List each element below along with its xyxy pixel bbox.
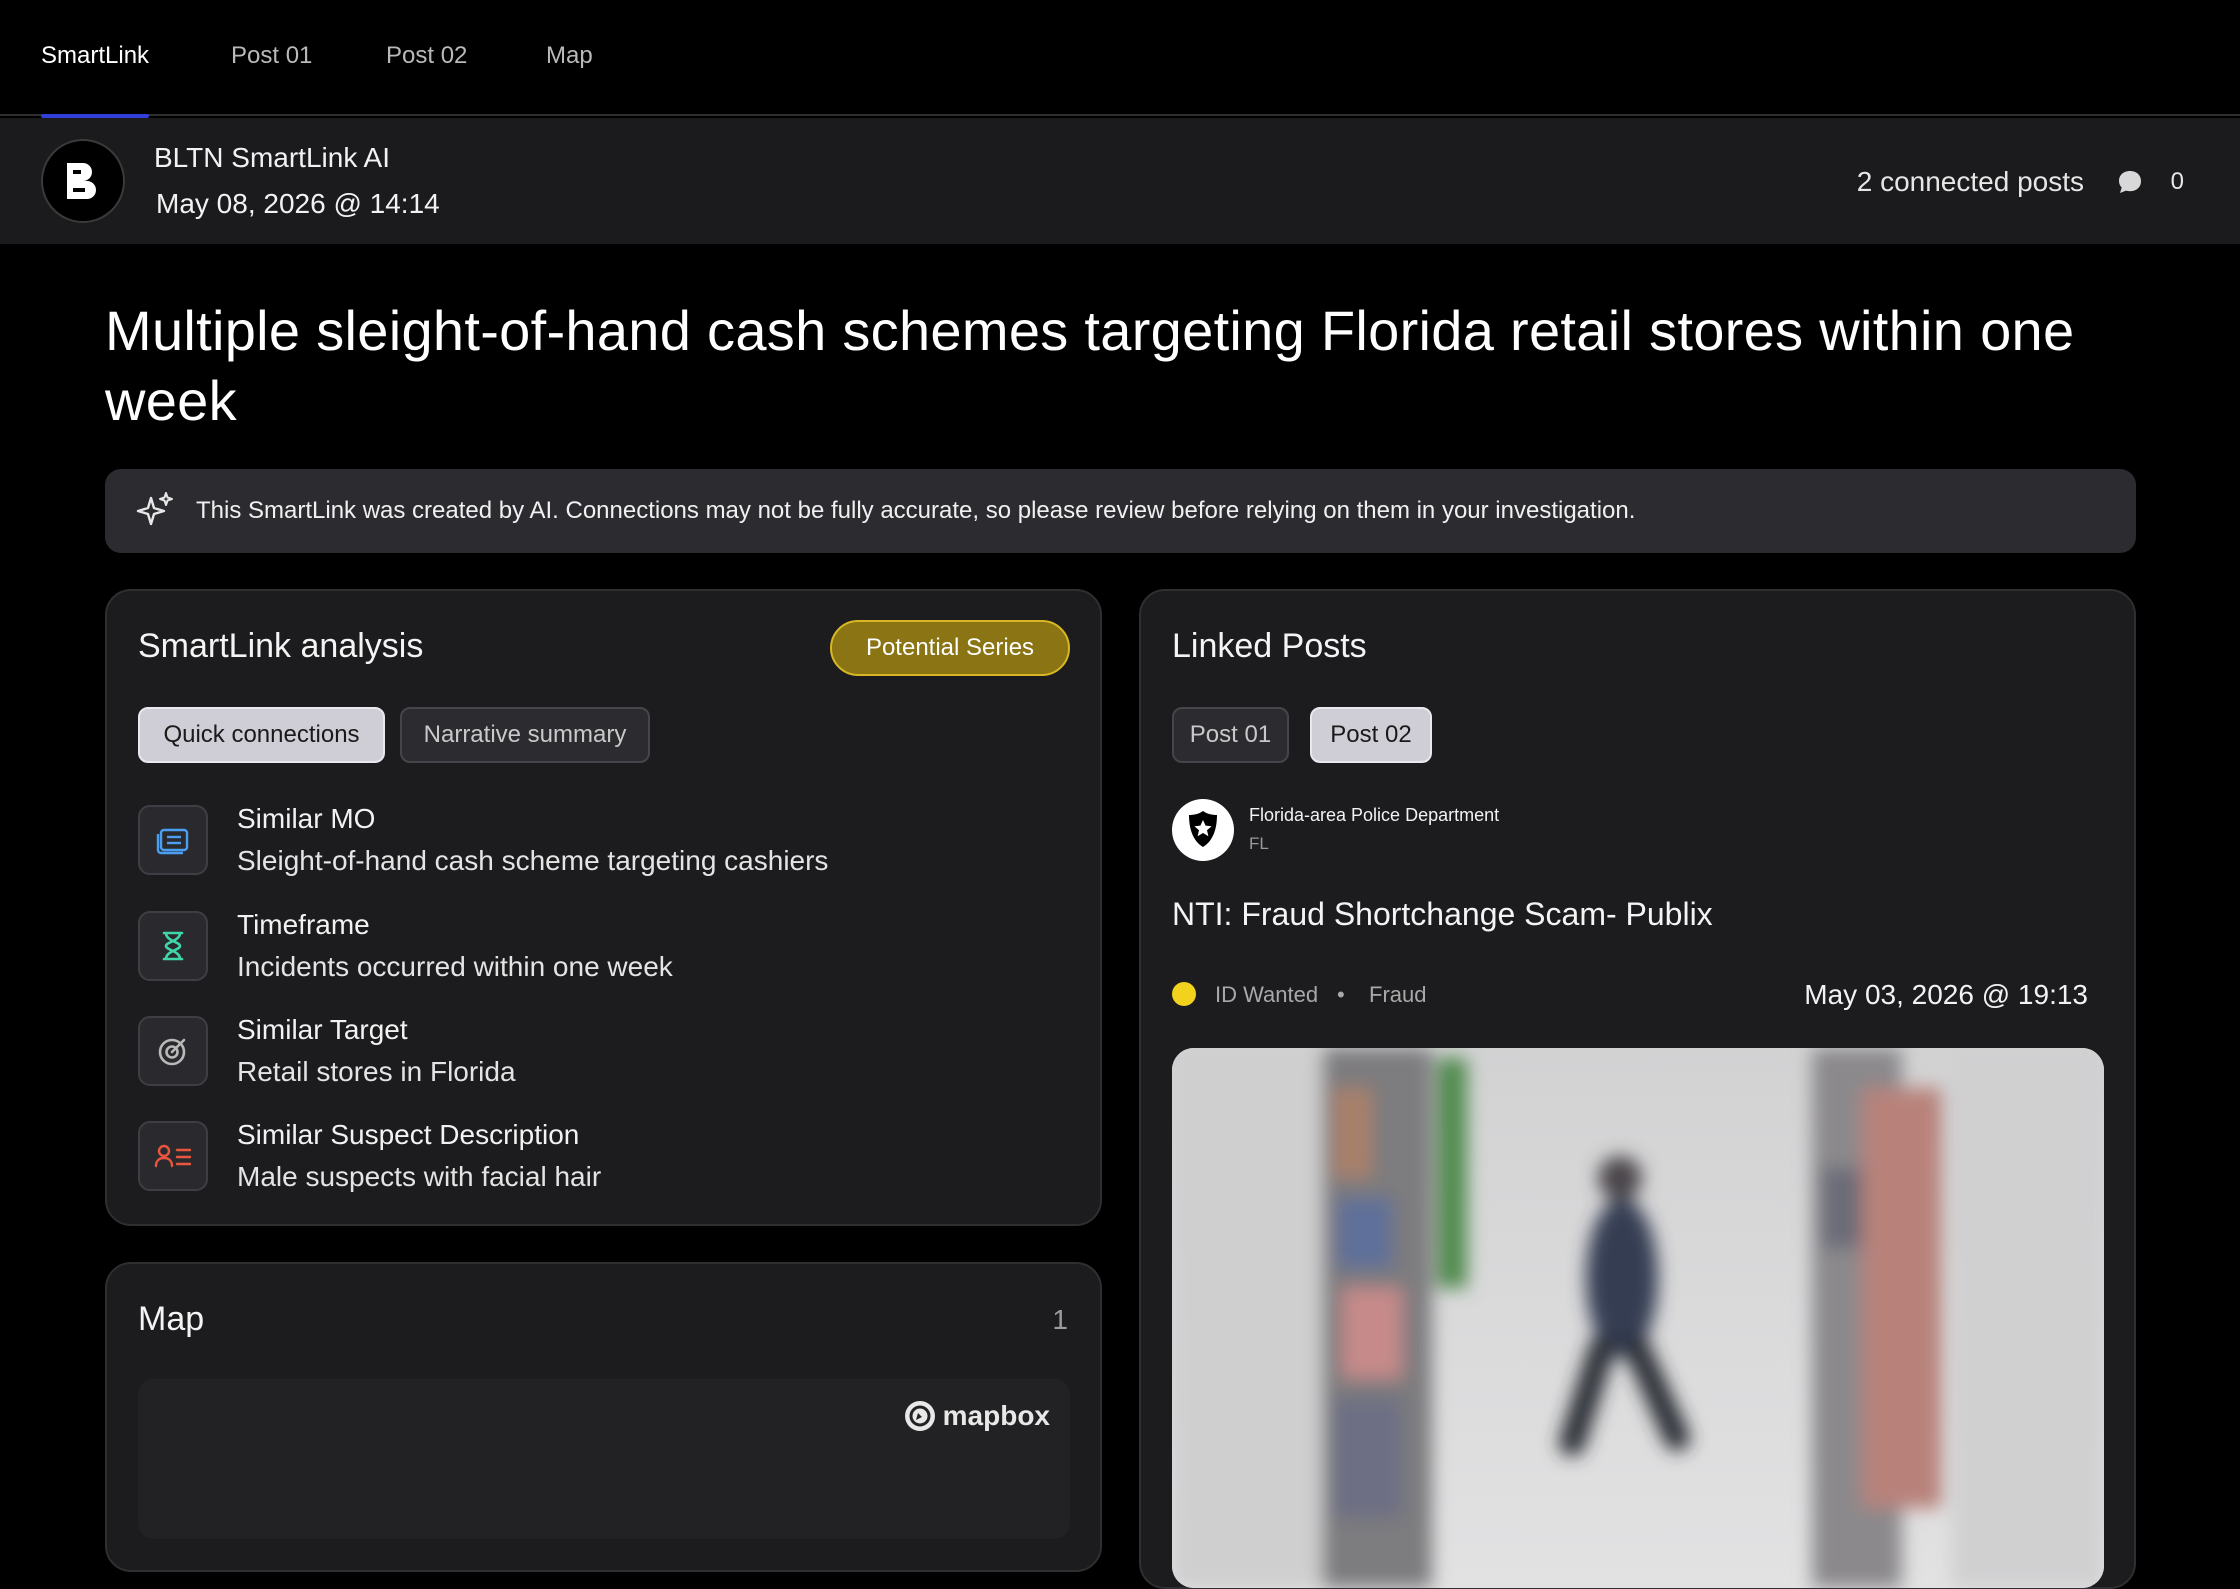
similar-target-icon-box bbox=[138, 1016, 208, 1086]
post-title[interactable]: NTI: Fraud Shortchange Scam- Publix bbox=[1172, 896, 1713, 933]
sparkle-icon bbox=[136, 492, 173, 526]
post-surveillance-image[interactable] bbox=[1172, 1048, 2104, 1588]
agency-name[interactable]: Florida-area Police Department bbox=[1249, 805, 1499, 826]
ai-disclaimer-banner: This SmartLink was created by AI. Connec… bbox=[105, 469, 2136, 553]
hourglass-icon bbox=[162, 931, 184, 961]
category-label: Fraud bbox=[1369, 982, 1427, 1007]
map-title: Map bbox=[138, 1300, 205, 1338]
list-card-icon bbox=[156, 828, 189, 855]
connection-desc: Retail stores in Florida bbox=[237, 1056, 516, 1087]
police-badge-icon bbox=[1189, 811, 1217, 847]
page-title: Multiple sleight-of-hand cash schemes ta… bbox=[105, 299, 2075, 432]
top-nav: SmartLink Post 01 Post 02 Map bbox=[0, 0, 2240, 118]
connection-desc: Incidents occurred within one week bbox=[237, 951, 673, 982]
tab-post-01[interactable]: Post 01 bbox=[231, 0, 312, 116]
status-separator: • bbox=[1337, 982, 1345, 1007]
timeframe-icon-box bbox=[138, 911, 208, 981]
mapbox-icon bbox=[904, 1401, 935, 1431]
connection-desc: Male suspects with facial hair bbox=[237, 1161, 602, 1192]
similar-mo-icon-box bbox=[138, 805, 208, 875]
person-list-icon bbox=[154, 1144, 192, 1168]
comment-icon[interactable] bbox=[2116, 168, 2144, 196]
smartlink-analysis-card: SmartLink analysis Potential Series Quic… bbox=[105, 589, 1102, 1226]
map-view[interactable]: mapbox bbox=[138, 1379, 1070, 1539]
author-date: May 08, 2026 @ 14:14 bbox=[156, 188, 440, 219]
suspect-description-icon-box bbox=[138, 1121, 208, 1191]
bltn-logo-icon bbox=[67, 163, 96, 199]
tab-smartlink[interactable]: SmartLink bbox=[41, 0, 150, 118]
analysis-title: SmartLink analysis bbox=[138, 627, 424, 665]
bltn-logo bbox=[41, 139, 125, 223]
mapbox-attribution[interactable]: mapbox bbox=[903, 1399, 1050, 1433]
linked-tab-post-02[interactable]: Post 02 bbox=[1310, 707, 1432, 763]
map-card: Map 1 mapbox bbox=[105, 1262, 1102, 1572]
connection-title: Similar Suspect Description bbox=[237, 1119, 580, 1150]
linked-posts-title: Linked Posts bbox=[1172, 627, 1367, 665]
status-label: ID Wanted bbox=[1215, 982, 1319, 1007]
potential-series-badge: Potential Series bbox=[830, 620, 1070, 676]
target-icon bbox=[158, 1038, 186, 1066]
tab-map[interactable]: Map bbox=[546, 0, 593, 116]
post-date: May 03, 2026 @ 19:13 bbox=[1804, 979, 2088, 1010]
tab-post-02[interactable]: Post 02 bbox=[386, 0, 467, 116]
connection-title: Similar MO bbox=[237, 803, 376, 834]
header-bar: BLTN SmartLink AI May 08, 2026 @ 14:14 2… bbox=[0, 118, 2240, 244]
connection-title: Similar Target bbox=[237, 1014, 408, 1045]
author-name: BLTN SmartLink AI bbox=[154, 142, 391, 173]
tab-quick-connections[interactable]: Quick connections bbox=[138, 707, 385, 763]
linked-tab-post-01[interactable]: Post 01 bbox=[1172, 707, 1289, 763]
linked-posts-card: Linked Posts Post 01 Post 02 Florida-are… bbox=[1139, 589, 2136, 1589]
tab-narrative-summary[interactable]: Narrative summary bbox=[400, 707, 650, 763]
agency-state: FL bbox=[1249, 834, 1269, 853]
mapbox-label: mapbox bbox=[942, 1400, 1050, 1431]
agency-avatar bbox=[1172, 799, 1234, 861]
map-count: 1 bbox=[1052, 1304, 1068, 1335]
status-dot bbox=[1172, 982, 1196, 1006]
comment-count: 0 bbox=[2170, 168, 2184, 195]
connected-posts-link[interactable]: 2 connected posts bbox=[1857, 166, 2084, 198]
connection-desc: Sleight-of-hand cash scheme targeting ca… bbox=[237, 845, 829, 876]
disclaimer-text: This SmartLink was created by AI. Connec… bbox=[196, 497, 1636, 524]
surveillance-image-graphic bbox=[1172, 1048, 2104, 1588]
connection-title: Timeframe bbox=[237, 909, 370, 940]
